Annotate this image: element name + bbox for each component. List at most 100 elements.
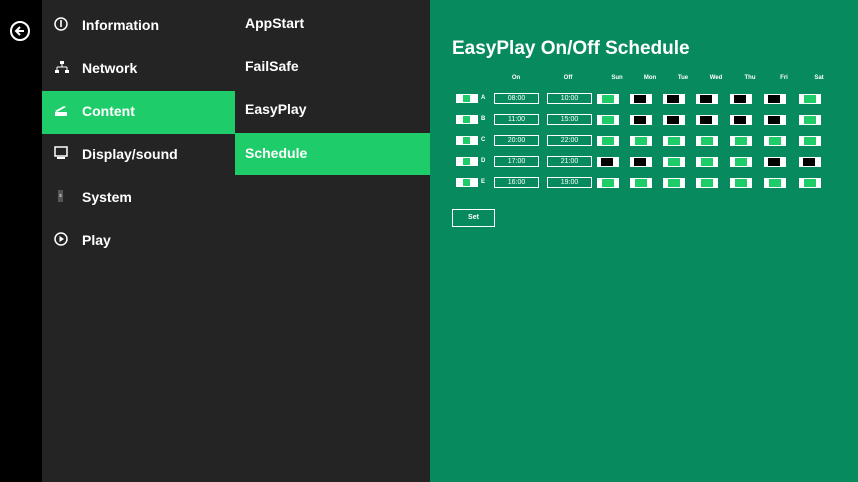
row-letter: D bbox=[481, 158, 486, 164]
toggle-knob bbox=[804, 179, 816, 187]
day-toggle[interactable] bbox=[764, 136, 786, 146]
on-time-field[interactable]: 16:00 bbox=[494, 177, 539, 188]
day-toggle[interactable] bbox=[799, 178, 821, 188]
submenu-label: AppStart bbox=[245, 15, 305, 31]
menu-label: Display/sound bbox=[82, 146, 178, 162]
toggle-knob bbox=[602, 179, 614, 187]
day-toggle[interactable] bbox=[764, 157, 786, 167]
toggle-knob bbox=[804, 95, 816, 103]
day-toggle[interactable] bbox=[696, 115, 718, 125]
toggle-knob bbox=[463, 116, 470, 123]
day-toggle[interactable] bbox=[730, 94, 752, 104]
day-toggle[interactable] bbox=[799, 115, 821, 125]
day-toggle[interactable] bbox=[696, 136, 718, 146]
day-toggle[interactable] bbox=[696, 157, 718, 167]
toggle-knob bbox=[668, 179, 680, 187]
toggle-knob bbox=[463, 158, 470, 165]
info-icon bbox=[54, 17, 68, 33]
menu-item-content[interactable]: Content bbox=[42, 91, 235, 134]
toggle-knob bbox=[768, 158, 780, 166]
on-time-field[interactable]: 08:00 bbox=[494, 93, 539, 104]
day-toggle[interactable] bbox=[663, 115, 685, 125]
day-toggle[interactable] bbox=[597, 94, 619, 104]
toggle-knob bbox=[667, 116, 679, 124]
submenu-item-appstart[interactable]: AppStart bbox=[235, 3, 430, 45]
toggle-knob bbox=[769, 179, 781, 187]
row-letter: E bbox=[481, 179, 486, 185]
day-toggle[interactable] bbox=[630, 136, 652, 146]
day-toggle[interactable] bbox=[799, 94, 821, 104]
day-toggle[interactable] bbox=[764, 115, 786, 125]
day-toggle[interactable] bbox=[730, 115, 752, 125]
day-toggle[interactable] bbox=[696, 178, 718, 188]
toggle-knob bbox=[463, 137, 470, 144]
day-toggle[interactable] bbox=[597, 157, 619, 167]
submenu-item-schedule[interactable]: Schedule bbox=[235, 133, 430, 175]
row-enable-toggle[interactable] bbox=[456, 178, 478, 187]
day-toggle[interactable] bbox=[730, 157, 752, 167]
menu-item-network[interactable]: Network bbox=[42, 48, 235, 91]
toggle-knob bbox=[735, 137, 747, 145]
submenu-item-easyplay[interactable]: EasyPlay bbox=[235, 89, 430, 131]
day-toggle[interactable] bbox=[764, 94, 786, 104]
row-letter: C bbox=[481, 137, 486, 143]
page-title: EasyPlay On/Off Schedule bbox=[452, 38, 690, 59]
day-toggle[interactable] bbox=[764, 178, 786, 188]
day-toggle[interactable] bbox=[799, 136, 821, 146]
day-toggle[interactable] bbox=[597, 136, 619, 146]
submenu-label: EasyPlay bbox=[245, 101, 307, 117]
row-enable-toggle[interactable] bbox=[456, 94, 478, 103]
column-header-off: Off bbox=[563, 75, 573, 81]
on-time-field[interactable]: 20:00 bbox=[494, 135, 539, 146]
toggle-knob bbox=[804, 116, 816, 124]
row-letter: A bbox=[481, 95, 486, 101]
menu-item-system[interactable]: System bbox=[42, 177, 235, 220]
play-icon bbox=[54, 232, 68, 248]
menu-item-play[interactable]: Play bbox=[42, 220, 235, 263]
toggle-knob bbox=[768, 116, 780, 124]
row-enable-toggle[interactable] bbox=[456, 115, 478, 124]
day-toggle[interactable] bbox=[730, 136, 752, 146]
menu-label: Play bbox=[82, 232, 111, 248]
toggle-knob bbox=[635, 137, 647, 145]
menu-item-display-sound[interactable]: Display/sound bbox=[42, 134, 235, 177]
column-header-day: Sat bbox=[814, 75, 824, 81]
day-toggle[interactable] bbox=[696, 94, 718, 104]
toggle-knob bbox=[701, 158, 713, 166]
day-toggle[interactable] bbox=[799, 157, 821, 167]
on-time-field[interactable]: 11:00 bbox=[494, 114, 539, 125]
day-toggle[interactable] bbox=[663, 178, 685, 188]
toggle-knob bbox=[463, 95, 470, 102]
toggle-knob bbox=[735, 158, 747, 166]
day-toggle[interactable] bbox=[663, 157, 685, 167]
toggle-knob bbox=[734, 116, 746, 124]
day-toggle[interactable] bbox=[663, 136, 685, 146]
menu-label: Information bbox=[82, 17, 159, 33]
day-toggle[interactable] bbox=[630, 157, 652, 167]
day-toggle[interactable] bbox=[597, 178, 619, 188]
submenu-item-failsafe[interactable]: FailSafe bbox=[235, 46, 430, 88]
day-toggle[interactable] bbox=[597, 115, 619, 125]
toggle-knob bbox=[768, 95, 780, 103]
day-toggle[interactable] bbox=[630, 94, 652, 104]
day-toggle[interactable] bbox=[730, 178, 752, 188]
day-toggle[interactable] bbox=[630, 178, 652, 188]
row-enable-toggle[interactable] bbox=[456, 157, 478, 166]
toggle-knob bbox=[667, 95, 679, 103]
row-enable-toggle[interactable] bbox=[456, 136, 478, 145]
on-time-field[interactable]: 17:00 bbox=[494, 156, 539, 167]
back-arrow-icon[interactable] bbox=[10, 21, 30, 41]
off-time-field[interactable]: 19:00 bbox=[547, 177, 592, 188]
menu-item-information[interactable]: Information bbox=[42, 5, 235, 48]
display-icon bbox=[54, 146, 68, 162]
menu-label: Content bbox=[82, 103, 135, 119]
day-toggle[interactable] bbox=[630, 115, 652, 125]
toggle-knob bbox=[601, 158, 613, 166]
set-button[interactable]: Set bbox=[452, 209, 495, 227]
off-time-field[interactable]: 22:00 bbox=[547, 135, 592, 146]
off-time-field[interactable]: 21:00 bbox=[547, 156, 592, 167]
off-time-field[interactable]: 10:00 bbox=[547, 93, 592, 104]
column-header-day: Fri bbox=[780, 75, 788, 81]
off-time-field[interactable]: 15:00 bbox=[547, 114, 592, 125]
day-toggle[interactable] bbox=[663, 94, 685, 104]
